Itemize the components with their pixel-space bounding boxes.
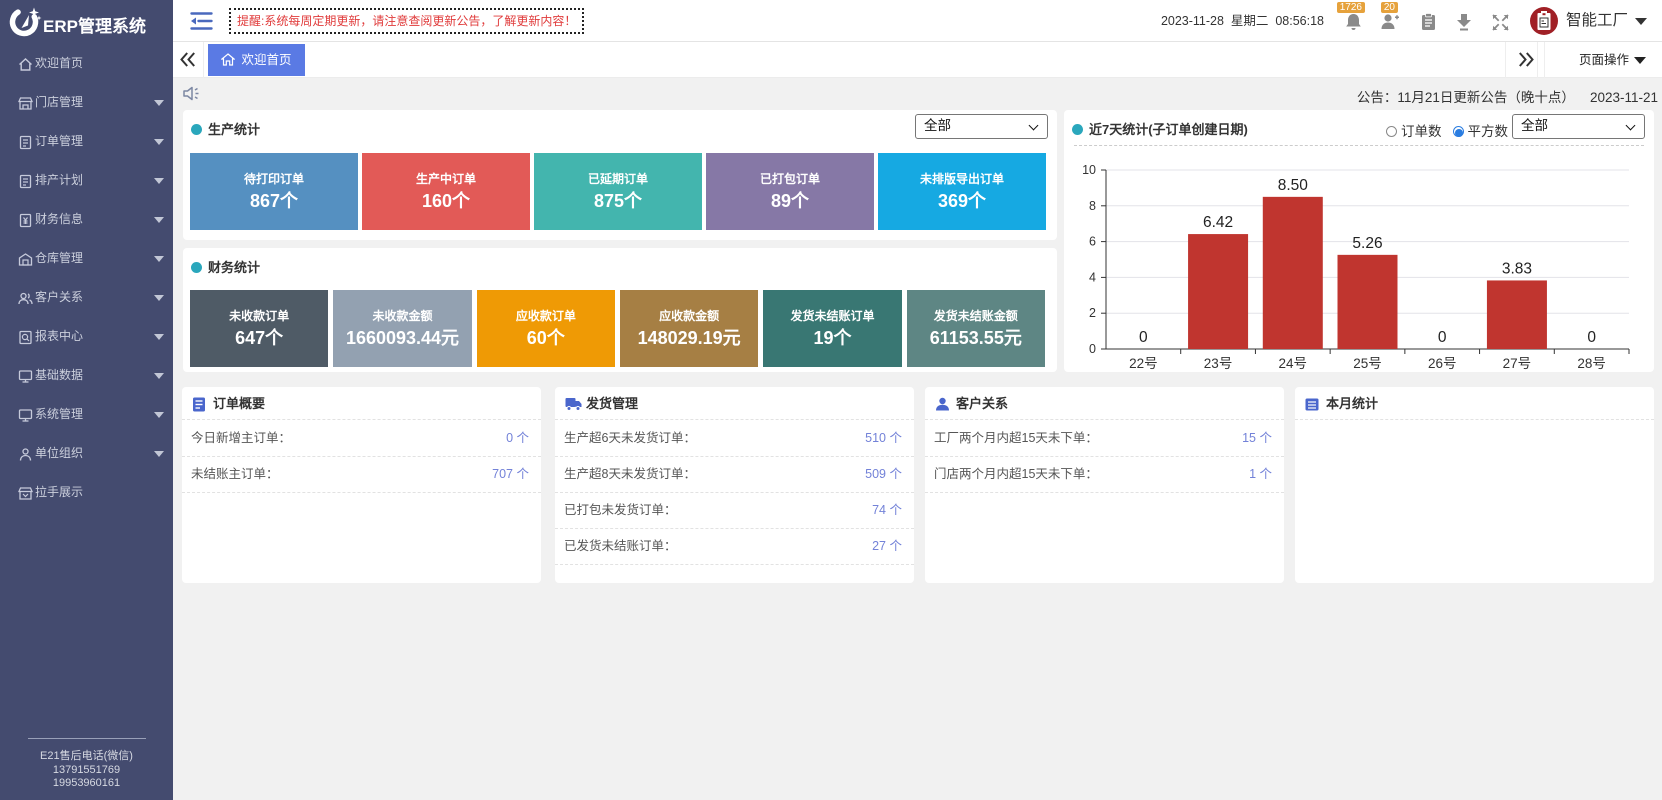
- svg-text:2: 2: [1089, 306, 1096, 320]
- svg-text:23号: 23号: [1204, 356, 1233, 371]
- svg-text:6: 6: [1089, 235, 1096, 249]
- svg-text:8.50: 8.50: [1278, 177, 1309, 194]
- svg-text:25号: 25号: [1353, 356, 1382, 371]
- svg-text:27号: 27号: [1503, 356, 1532, 371]
- svg-text:4: 4: [1089, 270, 1096, 284]
- svg-text:0: 0: [1089, 342, 1096, 356]
- svg-text:6.42: 6.42: [1203, 214, 1233, 231]
- svg-text:10: 10: [1082, 163, 1096, 177]
- svg-text:26号: 26号: [1428, 356, 1457, 371]
- svg-text:28号: 28号: [1577, 356, 1606, 371]
- svg-text:24号: 24号: [1279, 356, 1308, 371]
- svg-text:0: 0: [1587, 329, 1596, 346]
- svg-text:3.83: 3.83: [1502, 260, 1532, 277]
- svg-text:5.26: 5.26: [1352, 235, 1382, 252]
- svg-text:0: 0: [1139, 329, 1148, 346]
- svg-text:8: 8: [1089, 199, 1096, 213]
- svg-text:22号: 22号: [1129, 356, 1158, 371]
- svg-text:0: 0: [1438, 329, 1447, 346]
